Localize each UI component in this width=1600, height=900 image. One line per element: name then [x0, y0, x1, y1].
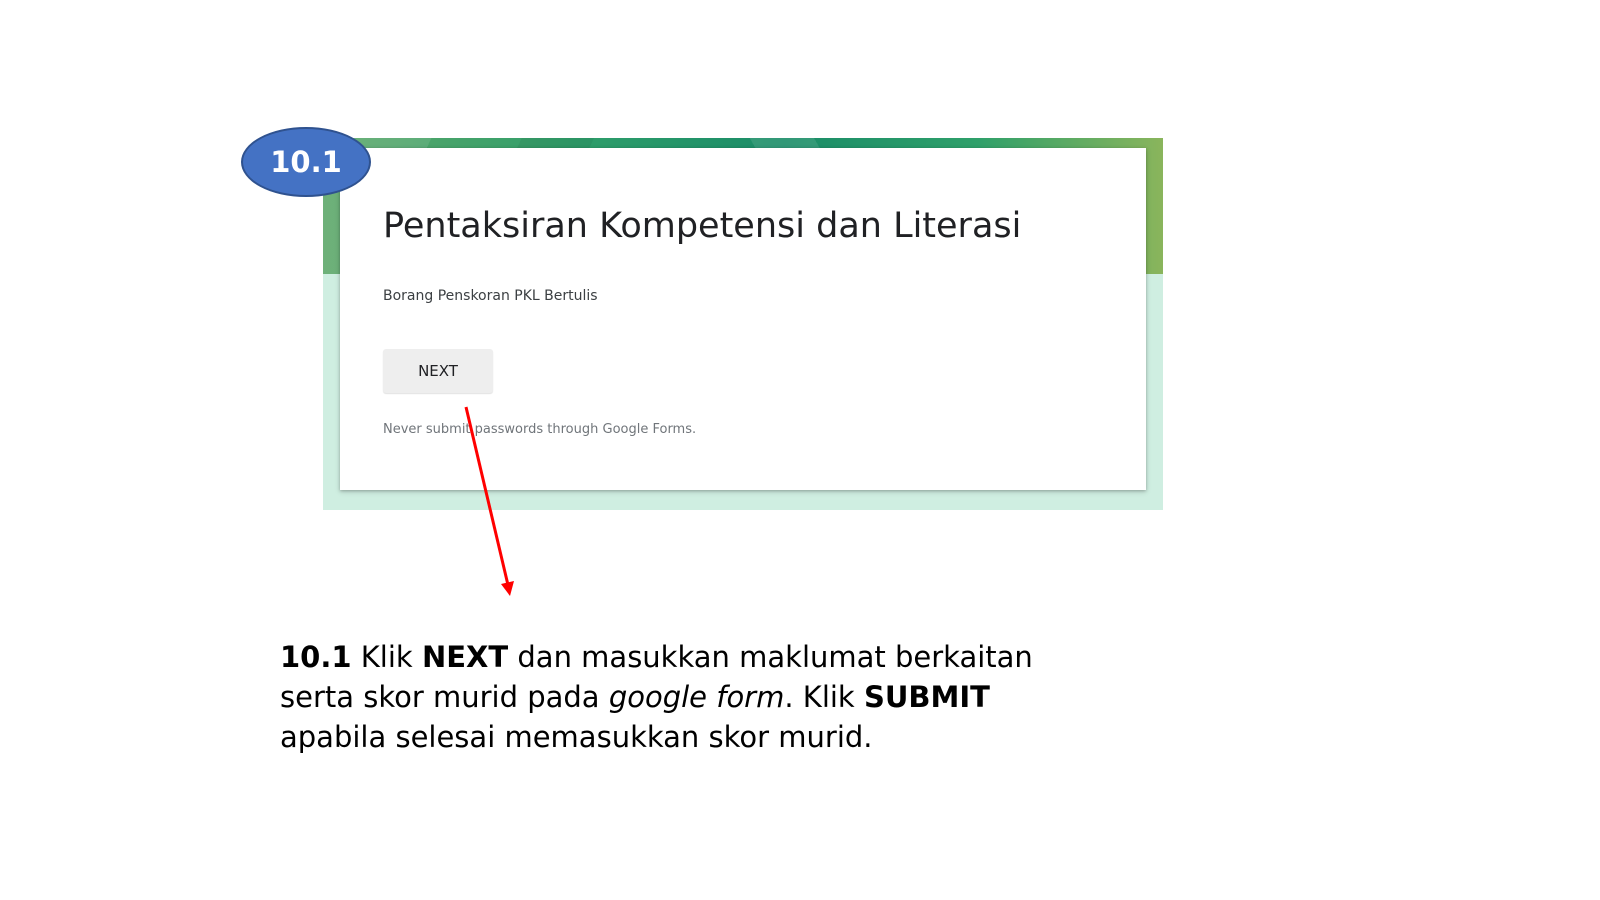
form-description: Borang Penskoran PKL Bertulis	[383, 288, 598, 304]
password-warning: Never submit passwords through Google Fo…	[383, 422, 697, 437]
slide: Pentaksiran Kompetensi dan Literasi Bora…	[0, 0, 1600, 900]
instruction-google-form: google form	[608, 680, 785, 714]
step-badge-label: 10.1	[270, 145, 342, 179]
instruction-step: 10.1	[280, 640, 352, 674]
instruction-text: 10.1 Klik NEXT dan masukkan maklumat ber…	[280, 637, 1060, 757]
form-title: Pentaksiran Kompetensi dan Literasi	[383, 206, 1022, 246]
instruction-part: Klik	[351, 640, 422, 674]
instruction-part: apabila selesai memasukkan skor murid.	[280, 720, 873, 754]
next-button[interactable]: NEXT	[383, 349, 493, 393]
google-form-screenshot: Pentaksiran Kompetensi dan Literasi Bora…	[323, 138, 1163, 510]
instruction-next: NEXT	[421, 640, 509, 674]
instruction-submit: SUBMIT	[863, 680, 990, 714]
instruction-part: . Klik	[784, 680, 864, 714]
step-badge: 10.1	[241, 127, 371, 197]
form-card: Pentaksiran Kompetensi dan Literasi Bora…	[340, 148, 1146, 490]
